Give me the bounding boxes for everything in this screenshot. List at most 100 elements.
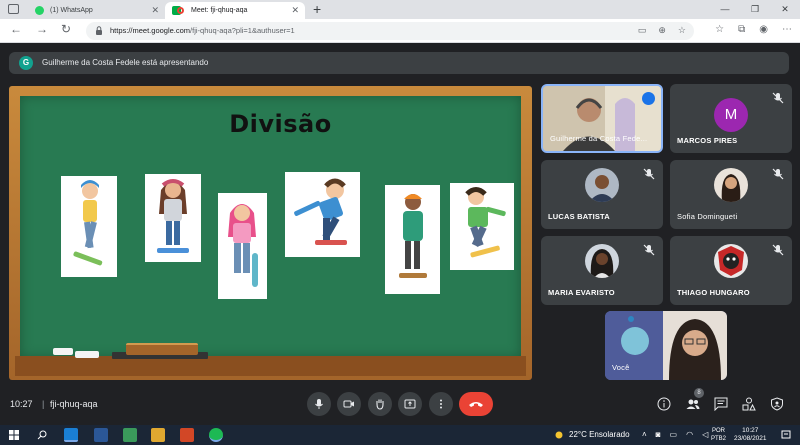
people-icon[interactable] [686, 397, 700, 411]
close-window-icon[interactable]: ✕ [770, 0, 800, 19]
meeting-time: 10:27 [10, 399, 33, 409]
microphone-icon [315, 399, 323, 409]
character-card [385, 185, 440, 294]
character-illustration [465, 187, 506, 258]
weather-text[interactable]: 22°C Ensolarado [569, 430, 630, 439]
presentation-title: Divisão [229, 110, 332, 138]
character-card [61, 176, 117, 277]
powerpoint-app-icon[interactable] [180, 428, 194, 442]
browser-tab-strip: (1) WhatsApp ✕ Meet: fji-qhuq-aqa ✕ + — … [0, 0, 800, 19]
character-illustration [294, 178, 347, 245]
reload-icon[interactable]: ↻ [61, 22, 71, 36]
participant-name: LUCAS BATISTA [548, 212, 610, 221]
webcam-icon[interactable]: ◙ [656, 430, 661, 439]
separator: | [42, 399, 45, 409]
present-screen-button[interactable] [398, 392, 422, 416]
participant-tile-sofia[interactable]: Sofia Domingueti [670, 160, 792, 229]
address-bar[interactable]: https://meet.google.com/fji-qhuq-aqa?pli… [86, 22, 694, 40]
camera-button[interactable] [337, 392, 361, 416]
url-host: https://meet.google.com [110, 26, 191, 35]
mic-off-icon [643, 244, 655, 256]
forward-icon[interactable]: → [36, 22, 48, 36]
participant-tile-thiago[interactable]: THIAGO HUNGARO [670, 236, 792, 305]
character-illustration [228, 204, 258, 287]
avatar [714, 168, 748, 202]
sun-icon [555, 431, 563, 439]
participant-name: MARCOS PIRES [677, 136, 738, 145]
spotify-app-icon[interactable] [209, 428, 223, 442]
character-illustration [157, 179, 189, 253]
close-icon[interactable]: ✕ [151, 5, 159, 16]
participant-tile-maria[interactable]: MARIA EVARISTO [541, 236, 663, 305]
paint-app-icon[interactable] [123, 428, 137, 442]
mic-off-icon [772, 244, 784, 256]
mic-off-icon [772, 92, 784, 104]
system-clock[interactable]: 10:27 23/08/2021 [734, 427, 767, 443]
clock-time: 10:27 [742, 427, 759, 434]
chalk-piece [53, 348, 73, 355]
character-illustration [73, 180, 103, 266]
zoom-icon[interactable]: ⊕ [658, 25, 666, 36]
chalkboard: Divisão [20, 96, 521, 358]
meet-area: G Guilherme da Costa Fedele está apresen… [0, 44, 800, 425]
participant-tile-marcos[interactable]: M MARCOS PIRES [670, 84, 792, 153]
window-controls: — ❐ ✕ [710, 0, 800, 19]
meeting-details-icon[interactable] [657, 397, 671, 411]
tab-meet[interactable]: Meet: fji-qhuq-aqa ✕ [165, 2, 305, 19]
chalk-tray [15, 356, 526, 376]
camera-icon [343, 400, 354, 408]
windows-taskbar: 22°C Ensolarado ˄ ◙ ▭ ◠ ◁ POR PTB2 10:27… [0, 425, 800, 445]
chat-icon[interactable] [714, 397, 728, 411]
activities-icon[interactable] [742, 397, 756, 411]
hand-icon [376, 399, 384, 410]
end-call-icon [469, 402, 483, 407]
back-icon[interactable]: ← [10, 22, 22, 36]
tab-title: Meet: fji-qhuq-aqa [191, 7, 248, 14]
collections-icon[interactable]: ⧉ [738, 24, 745, 35]
camera-indicator-icon[interactable]: ▭ [638, 25, 647, 36]
participant-tile-lucas[interactable]: LUCAS BATISTA [541, 160, 663, 229]
avatar [585, 168, 619, 202]
input-language[interactable]: POR PTB2 [711, 427, 726, 443]
chevron-up-icon[interactable]: ˄ [642, 430, 647, 439]
meeting-controls: 10:27 | fji-qhuq-aqa 8 [0, 387, 800, 425]
url-path: /fji-qhuq-aqa?pli=1&authuser=1 [190, 26, 295, 35]
eraser [126, 343, 198, 355]
keyboard-layout: PTB2 [711, 436, 727, 442]
file-explorer-icon[interactable] [151, 428, 165, 442]
tab-title: (1) WhatsApp [50, 7, 93, 14]
edge-app-icon[interactable] [64, 428, 78, 442]
tab-actions-icon[interactable] [8, 4, 19, 14]
leave-call-button[interactable] [459, 392, 493, 416]
microphone-button[interactable] [307, 392, 331, 416]
recording-icon [177, 7, 184, 14]
windows-start-icon[interactable] [9, 430, 19, 440]
minimize-icon[interactable]: — [710, 0, 740, 19]
participant-tile-guilherme[interactable]: Guilherme da Costa Fede... [541, 84, 663, 153]
favorite-star-icon[interactable]: ☆ [678, 25, 686, 36]
close-icon[interactable]: ✕ [291, 5, 299, 16]
host-controls-icon[interactable] [770, 397, 784, 411]
battery-icon[interactable]: ▭ [670, 430, 678, 439]
network-icon[interactable]: ◠ [686, 430, 693, 439]
favorites-icon[interactable]: ☆ [715, 24, 724, 35]
volume-icon[interactable]: ◁ [702, 430, 708, 439]
more-menu-icon[interactable]: ⋯ [782, 24, 792, 35]
notifications-icon[interactable] [781, 430, 791, 440]
lock-icon[interactable] [95, 26, 103, 35]
raise-hand-button[interactable] [368, 392, 392, 416]
tab-whatsapp[interactable]: (1) WhatsApp ✕ [28, 2, 165, 19]
character-card [285, 172, 360, 257]
new-tab-button[interactable]: + [313, 1, 321, 17]
shared-presentation[interactable]: Divisão [9, 86, 532, 380]
participant-name: THIAGO HUNGARO [677, 288, 750, 297]
more-options-button[interactable] [429, 392, 453, 416]
word-app-icon[interactable] [94, 428, 108, 442]
participant-name: Guilherme da Costa Fede... [550, 134, 648, 143]
participant-tile-self[interactable]: Você [605, 311, 727, 380]
character-illustration [399, 194, 427, 278]
search-icon[interactable] [37, 430, 47, 440]
clock-date: 23/08/2021 [734, 435, 767, 442]
maximize-icon[interactable]: ❐ [740, 0, 770, 19]
profile-icon[interactable]: ◉ [759, 24, 768, 35]
